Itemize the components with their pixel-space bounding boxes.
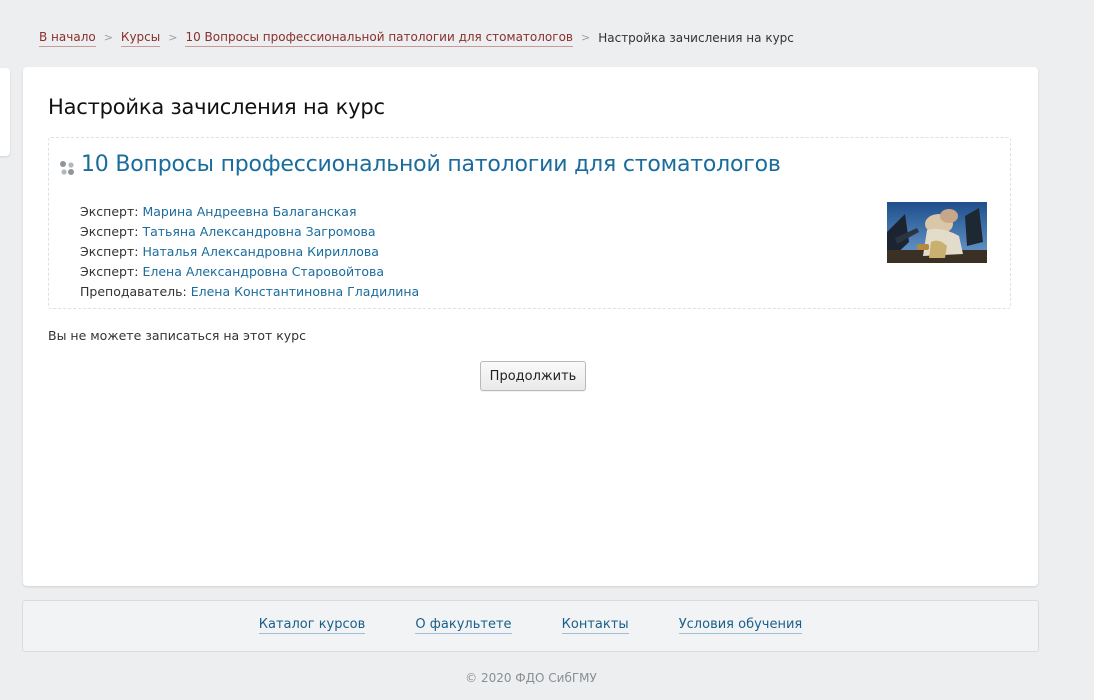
footer-link-terms[interactable]: Условия обучения bbox=[678, 617, 803, 634]
contact-name-link[interactable]: Марина Андреевна Балаганская bbox=[142, 204, 356, 219]
course-contacts-list: Эксперт: Марина Андреевна Балаганская Эк… bbox=[80, 202, 419, 302]
breadcrumb-home-link[interactable]: В начало bbox=[39, 29, 96, 47]
breadcrumb: В начало > Курсы > 10 Вопросы профессион… bbox=[39, 29, 794, 47]
main-content-card: Настройка зачисления на курс 10 Вопросы … bbox=[23, 67, 1038, 586]
footer: Каталог курсов О факультете Контакты Усл… bbox=[22, 600, 1039, 652]
course-image bbox=[887, 202, 987, 263]
breadcrumb-separator: > bbox=[168, 31, 178, 44]
footer-link-contacts[interactable]: Контакты bbox=[561, 617, 629, 634]
contact-name-link[interactable]: Елена Константиновна Гладилина bbox=[191, 284, 419, 299]
course-contact: Эксперт: Наталья Александровна Кириллова bbox=[80, 242, 419, 262]
breadcrumb-separator: > bbox=[581, 31, 591, 44]
course-contact: Эксперт: Елена Александровна Старовойтов… bbox=[80, 262, 419, 282]
contact-role: Эксперт: bbox=[80, 224, 139, 239]
breadcrumb-courses-link[interactable]: Курсы bbox=[120, 29, 161, 47]
course-dots-icon bbox=[59, 160, 75, 176]
breadcrumb-separator: > bbox=[103, 31, 113, 44]
footer-link-catalog[interactable]: Каталог курсов bbox=[258, 617, 366, 634]
breadcrumb-course-link[interactable]: 10 Вопросы профессиональной патологии дл… bbox=[185, 29, 573, 47]
contact-role: Эксперт: bbox=[80, 204, 139, 219]
course-contact: Преподаватель: Елена Константиновна Глад… bbox=[80, 282, 419, 302]
course-info-box: 10 Вопросы профессиональной патологии дл… bbox=[48, 137, 1011, 309]
contact-role: Эксперт: bbox=[80, 244, 139, 259]
contact-role: Преподаватель: bbox=[80, 284, 187, 299]
enrolment-notice: Вы не можете записаться на этот курс bbox=[48, 328, 306, 343]
course-title-link[interactable]: 10 Вопросы профессиональной патологии дл… bbox=[81, 152, 781, 177]
contact-role: Эксперт: bbox=[80, 264, 139, 279]
footer-nav: Каталог курсов О факультете Контакты Усл… bbox=[23, 617, 1038, 634]
contact-name-link[interactable]: Татьяна Александровна Загромова bbox=[142, 224, 375, 239]
footer-link-about[interactable]: О факультете bbox=[415, 617, 512, 634]
contact-name-link[interactable]: Елена Александровна Старовойтова bbox=[142, 264, 384, 279]
breadcrumb-current: Настройка зачисления на курс bbox=[598, 31, 794, 45]
course-contact: Эксперт: Татьяна Александровна Загромова bbox=[80, 222, 419, 242]
left-side-block bbox=[0, 68, 10, 156]
continue-button[interactable]: Продолжить bbox=[480, 361, 586, 391]
contact-name-link[interactable]: Наталья Александровна Кириллова bbox=[142, 244, 378, 259]
course-contact: Эксперт: Марина Андреевна Балаганская bbox=[80, 202, 419, 222]
page-title: Настройка зачисления на курс bbox=[48, 95, 385, 119]
copyright: © 2020 ФДО СибГМУ bbox=[465, 671, 597, 685]
